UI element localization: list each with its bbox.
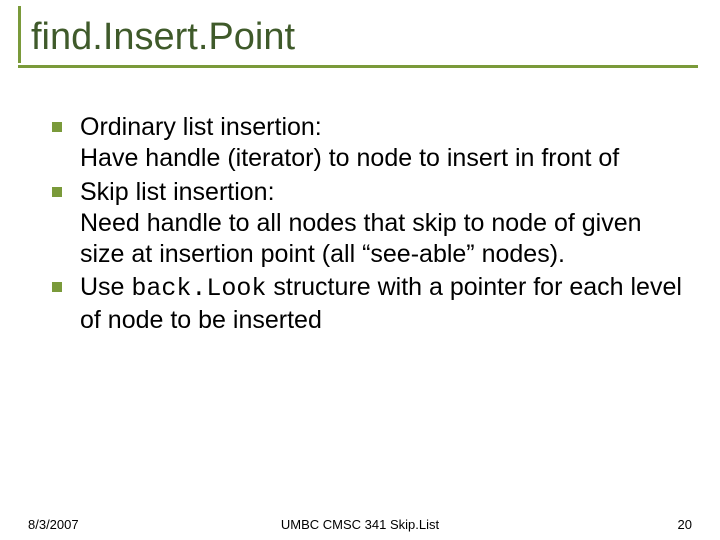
bullet-text: Use back.Look structure with a pointer f… [80, 272, 682, 336]
footer-center: UMBC CMSC 341 Skip.List [0, 517, 720, 532]
bullet-item: Ordinary list insertion: Have handle (it… [52, 112, 682, 175]
bullet-text: Ordinary list insertion: Have handle (it… [80, 112, 682, 175]
slide-title: find.Insert.Point [31, 16, 698, 59]
bullet-head: Skip list insertion: [80, 178, 275, 206]
bullet-icon [52, 187, 62, 197]
bullet-code: back.Look [131, 274, 266, 303]
bullet-body-text: Need handle to all nodes that skip to no… [80, 209, 642, 268]
slide: find.Insert.Point Ordinary list insertio… [0, 6, 720, 540]
bullet-item: Skip list insertion: Need handle to all … [52, 177, 682, 271]
bullet-text: Skip list insertion: Need handle to all … [80, 177, 682, 271]
bullet-item: Use back.Look structure with a pointer f… [52, 272, 682, 336]
bullet-icon [52, 282, 62, 292]
title-underline [18, 65, 698, 68]
bullet-icon [52, 122, 62, 132]
content-area: Ordinary list insertion: Have handle (it… [52, 112, 682, 336]
bullet-body-text: Have handle (iterator) to node to insert… [80, 144, 619, 172]
footer: 8/3/2007 UMBC CMSC 341 Skip.List 20 [0, 517, 720, 532]
bullet-head: Ordinary list insertion: [80, 113, 322, 141]
title-container: find.Insert.Point [18, 6, 698, 63]
bullet-pre: Use [80, 273, 131, 301]
